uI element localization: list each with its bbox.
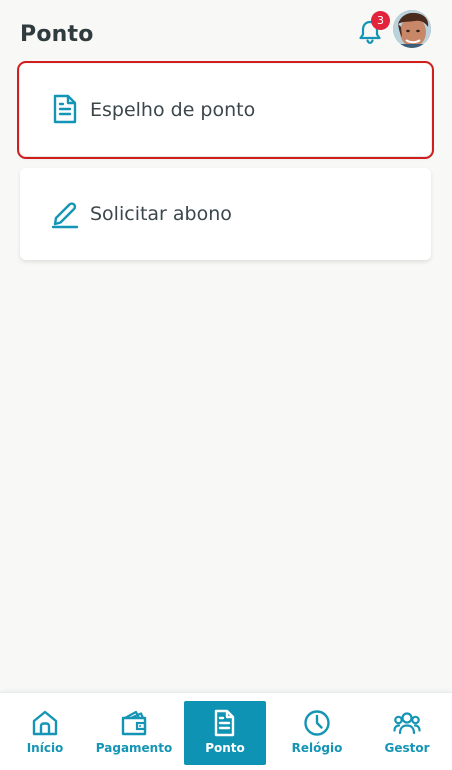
nav-item-ponto[interactable]: Ponto (184, 701, 266, 765)
home-icon (32, 710, 58, 736)
nav-label: Início (26, 741, 64, 755)
card-solicitar-abono[interactable]: Solicitar abono (20, 168, 431, 260)
card-espelho-de-ponto[interactable]: Espelho de ponto (17, 61, 434, 159)
avatar-image (393, 10, 431, 48)
card-label: Espelho de ponto (90, 99, 256, 121)
nav-label: Pagamento (95, 741, 173, 755)
document-icon (53, 94, 77, 124)
nav-item-inicio[interactable]: Início (4, 701, 86, 765)
nav-item-relogio[interactable]: Relógio (276, 701, 358, 765)
avatar[interactable] (393, 10, 431, 48)
wallet-icon (121, 710, 147, 736)
users-icon (393, 712, 421, 735)
nav-label: Ponto (205, 741, 245, 755)
nav-label: Relógio (291, 741, 343, 755)
nav-label: Gestor (384, 741, 430, 755)
nav-item-gestor[interactable]: Gestor (366, 701, 448, 765)
nav-item-pagamento[interactable]: Pagamento (93, 701, 175, 765)
card-label: Solicitar abono (90, 203, 232, 225)
clock-icon (304, 710, 330, 736)
app-header: Ponto 3 (0, 0, 452, 64)
bottom-navigation: Início Pagamento Ponto Relógio Gestor (0, 692, 452, 770)
page-title: Ponto (20, 22, 94, 47)
document-icon (214, 709, 235, 737)
notification-badge: 3 (371, 11, 390, 30)
edit-icon (51, 202, 79, 229)
